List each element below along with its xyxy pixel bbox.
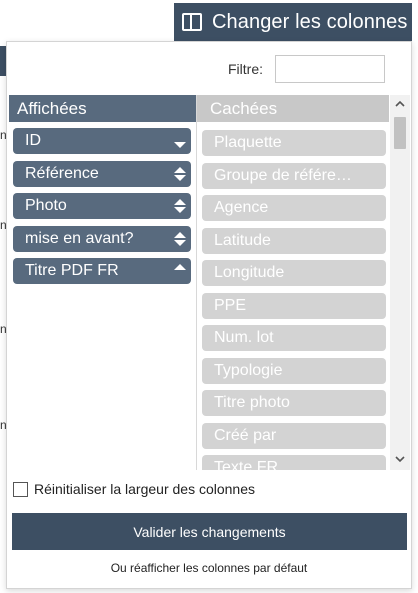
hidden-column-item[interactable]: Créé par (202, 422, 386, 449)
sort-both-icon[interactable] (173, 199, 187, 213)
scroll-up-icon[interactable] (394, 99, 406, 109)
scrollbar-thumb[interactable] (394, 117, 406, 149)
shown-columns-list: ID Référence Photo mise en avant? Titre PDF … (9, 122, 196, 284)
hidden-column-item[interactable]: Num. lot (202, 325, 386, 351)
scroll-down-icon[interactable] (394, 454, 406, 464)
hidden-column-label: Plaquette (214, 134, 282, 151)
reset-width-checkbox[interactable] (13, 481, 28, 497)
shown-column-label: mise en avant? (25, 229, 134, 247)
validate-changes-button[interactable]: Valider les changements (12, 513, 407, 550)
shown-column-label: Référence (25, 164, 99, 182)
sort-both-icon[interactable] (173, 231, 187, 246)
change-columns-button[interactable]: Changer les colonnes (174, 3, 412, 41)
hidden-column-label: Longitude (214, 264, 285, 281)
hidden-column-label: PPE (214, 296, 247, 314)
hidden-column-item[interactable]: Longitude (202, 260, 386, 286)
hidden-column-label: Agence (214, 199, 269, 216)
shown-column-label: Titre PDF FR (25, 262, 119, 279)
filter-row: Filtre: (228, 55, 385, 83)
change-columns-label: Changer les colonnes (212, 10, 408, 33)
filter-input[interactable] (275, 55, 385, 83)
hidden-column-item[interactable]: Latitude (202, 227, 386, 254)
reset-width-label[interactable]: Réinitialiser la largeur des colonnes (34, 481, 255, 497)
hidden-column-item[interactable]: PPE (202, 292, 386, 319)
hidden-columns-scrollbar[interactable] (390, 95, 410, 470)
hidden-column-label: Latitude (214, 231, 271, 249)
restore-default-columns-link[interactable]: Ou réafficher les colonnes par défaut (7, 561, 411, 575)
hidden-column-item[interactable]: Texte FR (202, 455, 386, 470)
shown-column-item[interactable]: ID (13, 128, 191, 154)
shown-column-item[interactable]: Référence (13, 160, 191, 187)
hidden-column-label: Typologie (214, 361, 283, 379)
shown-column-item[interactable]: Photo (13, 193, 191, 219)
columns-icon (182, 13, 202, 31)
hidden-columns-header: Cachées (197, 95, 389, 122)
filter-label: Filtre: (228, 61, 263, 77)
hidden-column-item[interactable]: Groupe de référe… (202, 162, 386, 189)
shown-columns-header: Affichées (9, 95, 196, 122)
hidden-column-label: Texte FR (214, 459, 279, 470)
sort-both-icon[interactable] (173, 166, 187, 181)
sort-up-icon[interactable] (173, 264, 187, 278)
hidden-column-item[interactable]: Plaquette (202, 130, 386, 156)
hidden-column-label: Créé par (214, 426, 277, 444)
shown-column-label: ID (25, 132, 41, 149)
hidden-column-label: Titre photo (214, 394, 290, 411)
shown-column-label: Photo (25, 197, 67, 214)
column-chooser-panel: Filtre: Affichées ID Référence Photo mise e… (6, 41, 412, 589)
hidden-columns: Cachées Plaquette Groupe de référe… Agence… (196, 95, 389, 470)
hidden-column-item[interactable]: Titre photo (202, 390, 386, 416)
shown-column-item[interactable]: Titre PDF FR (13, 258, 191, 284)
sort-down-icon[interactable] (173, 134, 187, 148)
hidden-columns-list: Plaquette Groupe de référe… Agence Latitude… (197, 122, 389, 470)
shown-columns: Affichées ID Référence Photo mise en avant?… (9, 95, 196, 470)
reset-width-row[interactable]: Réinitialiser la largeur des colonnes (13, 481, 255, 497)
hidden-column-item[interactable]: Agence (202, 195, 386, 221)
shown-column-item[interactable]: mise en avant? (13, 225, 191, 252)
hidden-column-label: Num. lot (214, 329, 274, 346)
hidden-column-item[interactable]: Typologie (202, 357, 386, 384)
hidden-column-label: Groupe de référe… (214, 166, 352, 184)
